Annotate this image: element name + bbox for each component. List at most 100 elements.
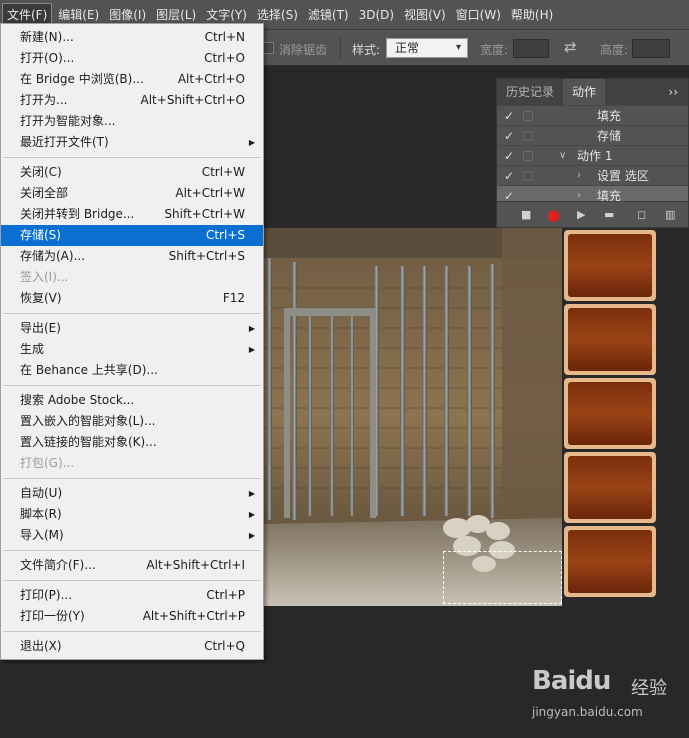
submenu-arrow-icon: ▶ — [248, 510, 255, 519]
actions-list: ✓ 填充 ✓ 存储 ✓ ∨ 动作 1 ✓ › 设置 选区 ✓ › 填充 — [497, 105, 688, 205]
panel-menu-icon[interactable]: ›› — [668, 79, 678, 105]
action-label: 动作 1 — [577, 149, 613, 163]
menu-separator — [3, 631, 261, 632]
file-menu-item-label: 存储为(A)... — [20, 249, 86, 263]
file-menu-item-label: 打开(O)... — [20, 51, 75, 65]
file-menu-item-label: 打印一份(Y) — [20, 609, 85, 623]
file-menu-item: 打包(G)... — [1, 453, 263, 474]
check-icon[interactable]: ✓ — [504, 166, 514, 186]
record-icon[interactable]: ● — [547, 202, 560, 228]
file-menu-item-label: 置入嵌入的智能对象(L)... — [20, 414, 156, 428]
file-menu-item[interactable]: 打开为智能对象... — [1, 111, 263, 132]
file-menu-item-label: 新建(N)... — [20, 30, 74, 44]
file-menu-item[interactable]: 自动(U) ▶ — [1, 483, 263, 504]
check-icon[interactable]: ✓ — [504, 126, 514, 146]
stop-icon[interactable]: ■ — [521, 202, 531, 228]
file-menu-item-label: 脚本(R) — [20, 507, 62, 521]
shortcut-label: Alt+Ctrl+W — [175, 186, 245, 200]
file-menu-item-label: 在 Behance 上共享(D)... — [20, 363, 158, 377]
tab-actions[interactable]: 动作 — [563, 79, 606, 105]
file-menu-item-label: 打开为智能对象... — [20, 114, 116, 128]
new-action-icon[interactable]: ◻ — [637, 202, 646, 228]
file-menu-item[interactable]: 退出(X) Ctrl+Q — [1, 636, 263, 657]
file-menu-item[interactable]: 存储(S) Ctrl+S — [1, 225, 263, 246]
file-menu-item[interactable]: 打印(P)... Ctrl+P — [1, 585, 263, 606]
file-menu-item[interactable]: 打开(O)... Ctrl+O — [1, 48, 263, 69]
file-menu-item-label: 关闭全部 — [20, 186, 69, 200]
watermark-brand: Baidu — [532, 666, 611, 696]
watermark-jingyan: 经验 — [631, 678, 667, 699]
file-menu-item[interactable]: 置入嵌入的智能对象(L)... — [1, 411, 263, 432]
menu-separator — [3, 157, 261, 158]
menu-item[interactable]: 帮助(H) — [507, 3, 557, 27]
file-menu-item-label: 打包(G)... — [20, 456, 75, 470]
file-menu-item[interactable]: 恢复(V) F12 — [1, 288, 263, 309]
file-menu-item-label: 存储(S) — [20, 228, 61, 242]
menu-item[interactable]: 窗口(W) — [452, 3, 505, 27]
shortcut-label: Ctrl+Q — [204, 639, 245, 653]
file-menu-item[interactable]: 新建(N)... Ctrl+N — [1, 27, 263, 48]
trash-icon[interactable]: ▥ — [665, 202, 675, 228]
tab-history[interactable]: 历史记录 — [497, 79, 563, 105]
options-divider — [340, 36, 341, 60]
file-menu-item[interactable]: 在 Bridge 中浏览(B)... Alt+Ctrl+O — [1, 69, 263, 90]
file-menu-item[interactable]: 打印一份(Y) Alt+Shift+Ctrl+P — [1, 606, 263, 627]
width-input[interactable] — [513, 39, 549, 58]
style-select-value: 正常 — [395, 41, 420, 55]
menu-item[interactable]: 视图(V) — [400, 3, 450, 27]
shortcut-label: Ctrl+N — [204, 30, 245, 44]
file-menu-item-label: 在 Bridge 中浏览(B)... — [20, 72, 144, 86]
menu-separator — [3, 478, 261, 479]
dialog-toggle[interactable] — [523, 171, 533, 181]
swap-icon[interactable]: ⇄ — [564, 38, 577, 56]
file-menu-item[interactable]: 搜索 Adobe Stock... — [1, 390, 263, 411]
folder-icon[interactable]: ▬ — [604, 202, 614, 228]
submenu-arrow-icon: ▶ — [248, 531, 255, 540]
chevron-down-icon[interactable]: ∨ — [559, 146, 566, 166]
antialias-label: 消除锯齿 — [279, 43, 328, 57]
file-menu-item[interactable]: 关闭全部 Alt+Ctrl+W — [1, 183, 263, 204]
height-label: 高度: — [600, 43, 629, 57]
style-select[interactable]: 正常 ▾ — [386, 38, 468, 58]
document-canvas[interactable] — [262, 228, 658, 606]
submenu-arrow-icon: ▶ — [248, 138, 255, 147]
file-menu-item[interactable]: 生成 ▶ — [1, 339, 263, 360]
style-label: 样式: — [352, 43, 381, 57]
height-input[interactable] — [632, 39, 670, 58]
chevron-right-icon[interactable]: › — [577, 166, 581, 186]
file-menu-item[interactable]: 打开为... Alt+Shift+Ctrl+O — [1, 90, 263, 111]
check-icon[interactable]: ✓ — [504, 146, 514, 166]
menu-separator — [3, 385, 261, 386]
file-menu: 新建(N)... Ctrl+N 打开(O)... Ctrl+O 在 Bridge 中浏览… — [0, 23, 264, 660]
action-row[interactable]: ✓ 填充 — [497, 105, 688, 125]
file-menu-item[interactable]: 文件简介(F)... Alt+Shift+Ctrl+I — [1, 555, 263, 576]
file-menu-item[interactable]: 置入链接的智能对象(K)... — [1, 432, 263, 453]
menu-item[interactable]: 滤镜(T) — [304, 3, 353, 27]
menu-separator — [3, 550, 261, 551]
file-menu-item-label: 自动(U) — [20, 486, 63, 500]
check-icon[interactable]: ✓ — [504, 106, 514, 126]
play-icon[interactable]: ▶ — [577, 202, 585, 228]
file-menu-item[interactable]: 关闭(C) Ctrl+W — [1, 162, 263, 183]
action-label: 存储 — [597, 129, 622, 143]
dialog-toggle[interactable] — [523, 131, 533, 141]
action-row[interactable]: ✓ ∨ 动作 1 — [497, 145, 688, 165]
file-menu-item[interactable]: 关闭并转到 Bridge... Shift+Ctrl+W — [1, 204, 263, 225]
menu-item[interactable]: 3D(D) — [355, 3, 398, 27]
dialog-toggle[interactable] — [523, 111, 533, 121]
file-menu-item[interactable]: 最近打开文件(T) ▶ — [1, 132, 263, 153]
dialog-toggle[interactable] — [523, 191, 533, 201]
file-menu-item-label: 打印(P)... — [20, 588, 73, 602]
file-menu-item[interactable]: 导入(M) ▶ — [1, 525, 263, 546]
action-row[interactable]: ✓ 存储 — [497, 125, 688, 145]
file-menu-item[interactable]: 在 Behance 上共享(D)... — [1, 360, 263, 381]
file-menu-item[interactable]: 脚本(R) ▶ — [1, 504, 263, 525]
chevron-down-icon: ▾ — [455, 42, 461, 53]
file-menu-item[interactable]: 存储为(A)... Shift+Ctrl+S — [1, 246, 263, 267]
file-menu-item-label: 签入(I)... — [20, 270, 69, 284]
action-row[interactable]: ✓ › 设置 选区 — [497, 165, 688, 185]
shortcut-label: Alt+Shift+Ctrl+O — [140, 93, 245, 107]
dialog-toggle[interactable] — [523, 151, 533, 161]
file-menu-item-label: 恢复(V) — [20, 291, 62, 305]
file-menu-item[interactable]: 导出(E) ▶ — [1, 318, 263, 339]
